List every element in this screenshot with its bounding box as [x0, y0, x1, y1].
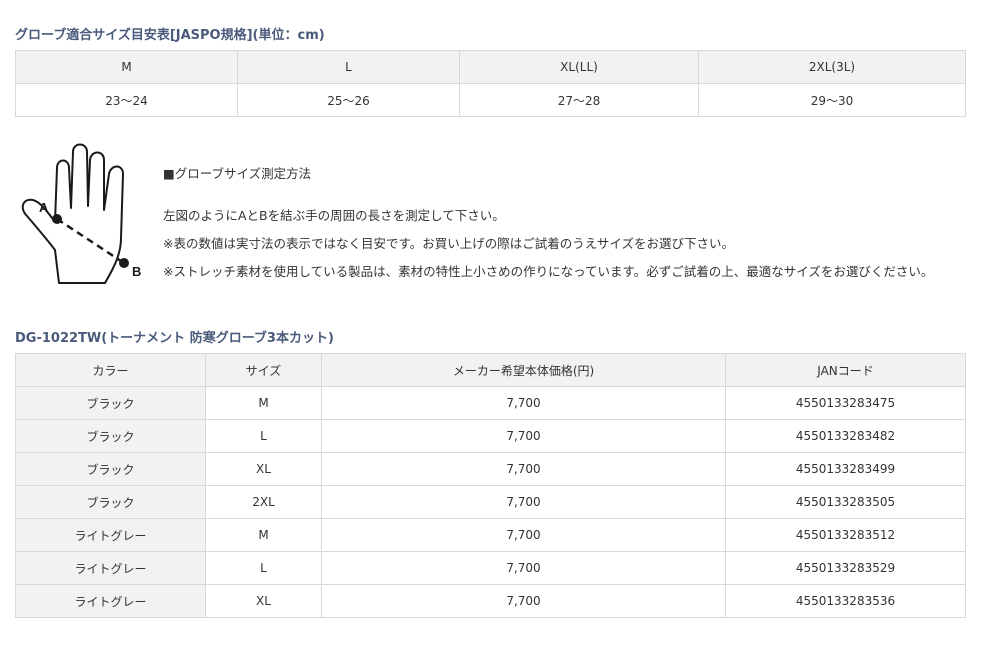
size-cell: 2XL: [205, 485, 322, 519]
point-b-label: B: [132, 264, 141, 279]
size-chart-value: 23〜24: [15, 83, 238, 117]
price-cell: 7,700: [321, 485, 726, 519]
table-row: ライトグレー M 7,700 4550133283512: [15, 518, 966, 552]
size-chart-header: L: [237, 50, 460, 84]
product-header: サイズ: [205, 353, 322, 387]
jan-code-cell: 4550133283512: [725, 518, 966, 552]
measurement-notes: ■グローブサイズ測定方法 左図のようにAとBを結ぶ手の周囲の長さを測定して下さい…: [163, 160, 933, 286]
point-a-label: A: [39, 200, 49, 215]
color-cell: ライトグレー: [15, 584, 206, 618]
jan-code-cell: 4550133283475: [725, 386, 966, 420]
table-row: ブラック 2XL 7,700 4550133283505: [15, 485, 966, 519]
size-chart-value: 25〜26: [237, 83, 460, 117]
size-cell: M: [205, 518, 322, 552]
product-header: カラー: [15, 353, 206, 387]
product-title: DG-1022TW(トーナメント 防寒グローブ3本カット): [15, 331, 334, 346]
color-cell: ブラック: [15, 452, 206, 486]
jan-code-cell: 4550133283536: [725, 584, 966, 618]
size-chart-table: M L XL(LL) 2XL(3L) 23〜24 25〜26 27〜28 29〜…: [15, 50, 966, 117]
price-cell: 7,700: [321, 419, 726, 453]
size-chart-title: グローブ適合サイズ目安表[JASPO規格](単位：cm): [15, 28, 325, 43]
hand-measure-illustration: A B: [21, 143, 141, 284]
jan-code-cell: 4550133283529: [725, 551, 966, 585]
product-header: JANコード: [725, 353, 966, 387]
size-chart-header: 2XL(3L): [698, 50, 966, 84]
price-cell: 7,700: [321, 386, 726, 420]
size-chart-value: 27〜28: [459, 83, 699, 117]
measurement-note: ※表の数値は実寸法の表示ではなく目安です。お買い上げの際はご試着のうえサイズをお…: [163, 236, 734, 251]
price-cell: 7,700: [321, 551, 726, 585]
size-cell: L: [205, 551, 322, 585]
size-chart-header: M: [15, 50, 238, 84]
point-b-marker: [119, 258, 129, 268]
table-row: ライトグレー L 7,700 4550133283529: [15, 551, 966, 585]
price-cell: 7,700: [321, 452, 726, 486]
jan-code-cell: 4550133283482: [725, 419, 966, 453]
color-cell: ライトグレー: [15, 518, 206, 552]
color-cell: ライトグレー: [15, 551, 206, 585]
size-chart-header-row: M L XL(LL) 2XL(3L): [15, 50, 966, 84]
price-cell: 7,700: [321, 518, 726, 552]
product-header-row: カラー サイズ メーカー希望本体価格(円) JANコード: [15, 353, 966, 387]
product-table: カラー サイズ メーカー希望本体価格(円) JANコード ブラック M 7,70…: [15, 353, 966, 618]
table-row: ライトグレー XL 7,700 4550133283536: [15, 584, 966, 618]
size-cell: XL: [205, 584, 322, 618]
size-chart-values-row: 23〜24 25〜26 27〜28 29〜30: [15, 83, 966, 117]
measurement-heading: ■グローブサイズ測定方法: [163, 166, 312, 181]
size-cell: XL: [205, 452, 322, 486]
measurement-note: 左図のようにAとBを結ぶ手の周囲の長さを測定して下さい。: [163, 208, 505, 223]
table-row: ブラック L 7,700 4550133283482: [15, 419, 966, 453]
product-header: メーカー希望本体価格(円): [321, 353, 726, 387]
table-row: ブラック XL 7,700 4550133283499: [15, 452, 966, 486]
color-cell: ブラック: [15, 419, 206, 453]
point-a-marker: [52, 214, 62, 224]
color-cell: ブラック: [15, 386, 206, 420]
size-cell: L: [205, 419, 322, 453]
jan-code-cell: 4550133283499: [725, 452, 966, 486]
size-cell: M: [205, 386, 322, 420]
measurement-section: A B ■グローブサイズ測定方法 左図のようにAとBを結ぶ手の周囲の長さを測定し…: [15, 138, 965, 288]
color-cell: ブラック: [15, 485, 206, 519]
measurement-note: ※ストレッチ素材を使用している製品は、素材の特性上小さめの作りになっています。必…: [163, 264, 934, 279]
price-cell: 7,700: [321, 584, 726, 618]
jan-code-cell: 4550133283505: [725, 485, 966, 519]
size-chart-value: 29〜30: [698, 83, 966, 117]
table-row: ブラック M 7,700 4550133283475: [15, 386, 966, 420]
size-chart-header: XL(LL): [459, 50, 699, 84]
